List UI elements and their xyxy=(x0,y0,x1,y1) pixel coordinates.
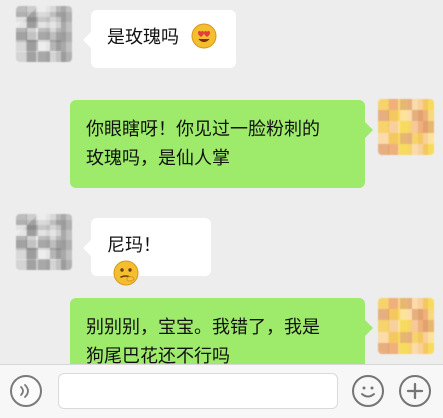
left-avatar[interactable] xyxy=(16,214,72,270)
plus-icon[interactable] xyxy=(399,375,431,407)
input-bar xyxy=(0,364,443,418)
message-text: 尼玛！ xyxy=(107,235,161,256)
message-input[interactable] xyxy=(58,373,338,409)
message-line-2: 狗尾巴花还不行吗 xyxy=(86,346,230,365)
message-bubble-incoming[interactable]: 是玫瑰吗 xyxy=(83,10,236,68)
message-line-1: 别别别，宝宝。我错了，我是 xyxy=(86,317,320,338)
message-bubble-incoming[interactable]: 尼玛！ xyxy=(83,218,211,286)
left-avatar[interactable] xyxy=(16,6,72,62)
message-bubble-outgoing[interactable]: 你眼瞎呀！你见过一脸粉刺的 玫瑰吗，是仙人掌 xyxy=(70,100,373,188)
message-bubble-outgoing[interactable]: 别别别，宝宝。我错了，我是 狗尾巴花还不行吗 xyxy=(70,298,373,365)
message-line-2: 玫瑰吗，是仙人掌 xyxy=(86,148,230,169)
chat-area: 是玫瑰吗 你眼瞎呀！你见过一脸粉刺的 玫瑰吗，是仙人掌 尼玛！ 别别别，宝宝。我… xyxy=(0,0,443,365)
heart-eyes-icon xyxy=(191,23,217,49)
emoji-icon[interactable] xyxy=(352,375,384,407)
right-avatar[interactable] xyxy=(378,298,434,354)
message-text: 是玫瑰吗 xyxy=(107,27,179,48)
thinking-face-icon xyxy=(113,260,139,286)
right-avatar[interactable] xyxy=(378,99,434,155)
voice-icon[interactable] xyxy=(10,375,42,407)
message-line-1: 你眼瞎呀！你见过一脸粉刺的 xyxy=(86,119,320,140)
